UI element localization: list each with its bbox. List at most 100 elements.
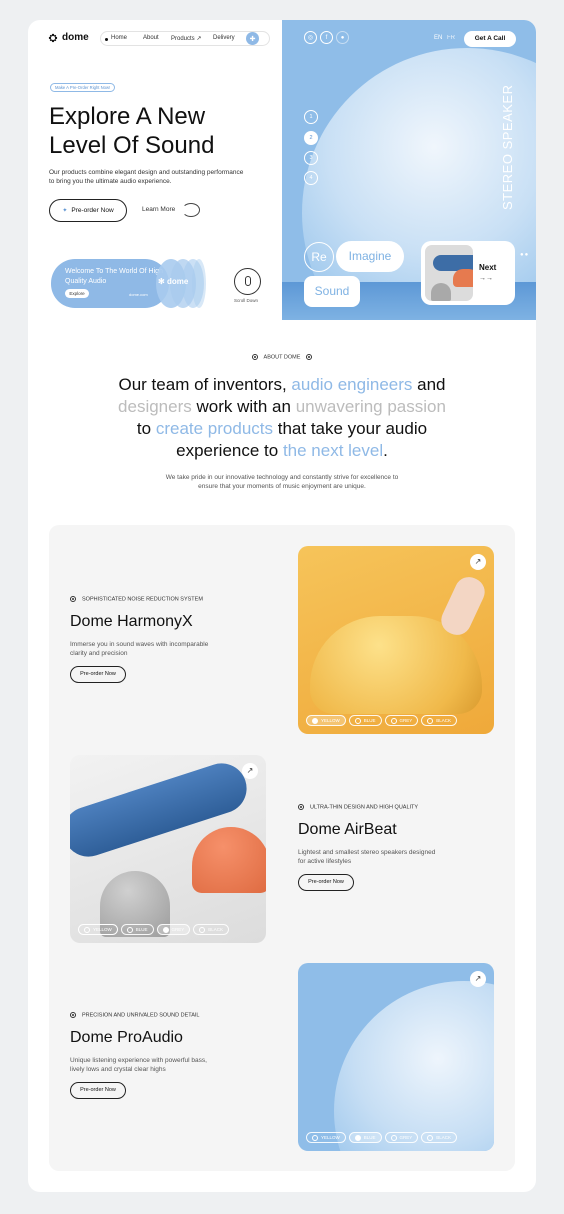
color-option-grey[interactable]: GREY: [156, 924, 191, 935]
pager-dots: ●●: [520, 252, 530, 258]
nav-item-products[interactable]: Products ↗: [171, 35, 201, 42]
word-re: Re: [304, 242, 334, 272]
promo-logo: ✻ dome: [158, 277, 188, 286]
products-section: SOPHISTICATED NOISE REDUCTION SYSTEM Dom…: [49, 525, 515, 1171]
bullet-icon: [306, 354, 313, 360]
brand-logo[interactable]: dome: [48, 32, 89, 43]
product-image-airbeat: ↗ YELLOW BLUE GREY BLACK: [70, 755, 266, 943]
next-slide-card[interactable]: Next →→: [421, 241, 515, 305]
instagram-icon[interactable]: ◎: [304, 31, 317, 44]
about-headline-segment: .: [383, 441, 388, 460]
about-headline-segment: that take your audio: [273, 419, 428, 438]
nav-item-home[interactable]: Home: [111, 35, 127, 41]
get-a-call-button[interactable]: Get A Call: [464, 31, 516, 47]
hero-title: Explore A New Level Of Sound: [49, 102, 214, 160]
product-tag: SOPHISTICATED NOISE REDUCTION SYSTEM: [70, 596, 203, 602]
nav-item-delivery[interactable]: Delivery: [213, 35, 235, 41]
about-headline-segment: unwavering passion: [295, 397, 446, 416]
about-headline-segment: Our team of inventors,: [118, 375, 292, 394]
color-option-grey[interactable]: GREY: [384, 1132, 419, 1143]
arrow-right-icon: →→: [479, 275, 493, 282]
product-tag-text: PRECISION AND UNRIVALED SOUND DETAIL: [82, 1012, 200, 1019]
product-tag-text: SOPHISTICATED NOISE REDUCTION SYSTEM: [82, 596, 203, 603]
color-option-blue[interactable]: BLUE: [348, 715, 382, 726]
orange-speaker-shape: [192, 827, 266, 893]
slide-number-4[interactable]: 4: [304, 171, 318, 185]
product-preorder-button[interactable]: Pre-order Now: [298, 874, 354, 891]
about-headline-segment: the next level: [282, 441, 384, 460]
active-nav-dot: [105, 37, 108, 41]
plus-icon: ✚: [249, 35, 256, 43]
about-paragraph: We take pride in our innovative technolo…: [28, 473, 536, 491]
color-option-blue[interactable]: BLUE: [120, 924, 154, 935]
hand-shape: [436, 572, 490, 640]
color-option-yellow[interactable]: YELLOW: [306, 715, 346, 726]
color-option-yellow[interactable]: YELLOW: [306, 1132, 346, 1143]
slide-number-2[interactable]: 2: [304, 131, 318, 145]
about-headline-line: to create products that take your audio: [28, 418, 536, 440]
bullet-icon: [298, 804, 304, 810]
preorder-tag[interactable]: Make A Pre-Order Right Now!: [50, 83, 116, 92]
color-option-blue[interactable]: BLUE: [348, 1132, 382, 1143]
arrow-up-right-icon[interactable]: ↗: [242, 763, 258, 779]
scroll-down-label: Scroll Down: [234, 298, 259, 303]
product-preorder-button[interactable]: Pre-order Now: [70, 666, 126, 683]
product-name: Dome HarmonyX: [70, 613, 193, 630]
product-description: Unique listening experience with powerfu…: [70, 1057, 207, 1073]
about-headline-segment: designers: [118, 397, 192, 416]
color-option-grey[interactable]: GREY: [384, 715, 419, 726]
about-headline-line: experience to the next level.: [28, 440, 536, 462]
brand-name: dome: [62, 32, 89, 43]
promo-explore-button[interactable]: Explore: [65, 289, 89, 298]
bullet-icon: [251, 354, 258, 360]
promo-logo-text: dome: [166, 277, 189, 286]
header-left: dome: [48, 32, 89, 43]
color-option-black[interactable]: BLACK: [193, 924, 230, 935]
bullet-icon: [70, 596, 76, 602]
scroll-down-button[interactable]: [234, 268, 261, 295]
lang-fr[interactable]: FR: [447, 35, 455, 41]
hero-image-panel: ◎ f ● EN FR Get A Call 1 2 3 4 STEREO SP…: [282, 20, 536, 320]
product-tag-text: ULTRA-THIN DESIGN AND HIGH QUALITY: [310, 804, 419, 811]
color-option-black[interactable]: BLACK: [421, 715, 458, 726]
word-sound: Sound: [304, 276, 360, 307]
promo-url: dome.com: [129, 292, 148, 297]
learn-more-link[interactable]: Learn More: [142, 206, 175, 213]
sparkle-icon: ✦: [62, 208, 68, 214]
dribbble-icon[interactable]: ●: [336, 31, 349, 44]
nav-item-about[interactable]: About: [143, 35, 159, 41]
mouse-icon: [245, 276, 251, 286]
slide-number-1[interactable]: 1: [304, 110, 318, 124]
about-headline-segment: audio engineers: [291, 375, 413, 394]
arrow-right-icon[interactable]: [182, 203, 200, 217]
product-name: Dome ProAudio: [70, 1029, 183, 1046]
about-headline-segment: work with an: [191, 397, 296, 416]
hero-preorder-button[interactable]: ✦ Pre-order Now: [49, 199, 127, 222]
product-description: Lightest and smallest stereo speakers de…: [298, 849, 436, 865]
promo-text: Welcome To The World Of High Quality Aud…: [65, 268, 163, 285]
dome-logo-icon: [48, 33, 58, 42]
promo-card[interactable]: Welcome To The World Of High Quality Aud…: [51, 259, 169, 308]
product-name: Dome AirBeat: [298, 821, 397, 838]
menu-button[interactable]: ✚: [246, 32, 259, 45]
about-headline-segment: experience to: [176, 441, 283, 460]
about-headline: Our team of inventors, audio engineers a…: [28, 374, 536, 462]
arrow-up-right-icon[interactable]: ↗: [470, 971, 486, 987]
product-description: Immerse you in sound waves with incompar…: [70, 641, 209, 657]
landing-page: dome Home About Products ↗ Delivery ✚ Ma…: [28, 20, 536, 1192]
about-headline-segment: and: [412, 375, 446, 394]
facebook-icon[interactable]: f: [320, 31, 333, 44]
color-options: YELLOW BLUE GREY BLACK: [306, 1132, 458, 1143]
speaker-shape: [334, 981, 494, 1151]
color-options: YELLOW BLUE GREY BLACK: [78, 924, 230, 935]
color-option-yellow[interactable]: YELLOW: [78, 924, 118, 935]
product-preorder-button[interactable]: Pre-order Now: [70, 1082, 126, 1099]
arrow-up-right-icon[interactable]: ↗: [470, 554, 486, 570]
product-tag: PRECISION AND UNRIVALED SOUND DETAIL: [70, 1012, 199, 1018]
about-headline-segment: create products: [155, 419, 274, 438]
next-product-image: [425, 245, 473, 301]
slide-number-3[interactable]: 3: [304, 151, 318, 165]
next-label: Next: [479, 263, 497, 272]
lang-en[interactable]: EN: [434, 35, 442, 41]
color-option-black[interactable]: BLACK: [421, 1132, 458, 1143]
